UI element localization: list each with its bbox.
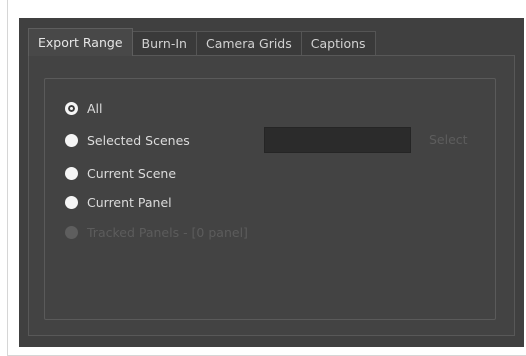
radio-tracked-panels: Tracked Panels - [0 panel] [65, 222, 248, 242]
radio-current-scene[interactable]: Current Scene [65, 163, 176, 183]
tab-camera-grids[interactable]: Camera Grids [195, 31, 302, 56]
tab-burn-in[interactable]: Burn-In [131, 31, 197, 56]
radio-current-scene-label: Current Scene [87, 165, 177, 181]
radio-button-icon[interactable] [65, 133, 78, 147]
selected-scenes-field[interactable] [264, 127, 411, 153]
radio-button-icon[interactable] [65, 166, 78, 180]
range-groupbox: All Selected Scenes Select Current Scene… [44, 78, 496, 320]
export-dialog: Export Range Burn-In Camera Grids Captio… [19, 18, 524, 347]
radio-button-icon[interactable] [65, 195, 78, 209]
radio-selected-scenes[interactable]: Selected Scenes [65, 130, 190, 150]
radio-tracked-panels-label: Tracked Panels - [0 panel] [87, 224, 248, 240]
radio-button-checked-icon[interactable] [65, 101, 78, 115]
radio-all-label: All [87, 100, 103, 116]
tab-captions[interactable]: Captions [300, 31, 376, 56]
export-range-pane: All Selected Scenes Select Current Scene… [28, 55, 515, 336]
tab-export-range[interactable]: Export Range [28, 28, 133, 56]
radio-current-panel-label: Current Panel [87, 194, 172, 210]
select-button[interactable]: Select [429, 132, 468, 147]
tab-bar: Export Range Burn-In Camera Grids Captio… [28, 28, 376, 56]
radio-current-panel[interactable]: Current Panel [65, 192, 172, 212]
radio-all[interactable]: All [65, 98, 103, 118]
radio-selected-scenes-label: Selected Scenes [87, 132, 190, 148]
radio-button-disabled-icon [65, 225, 78, 239]
